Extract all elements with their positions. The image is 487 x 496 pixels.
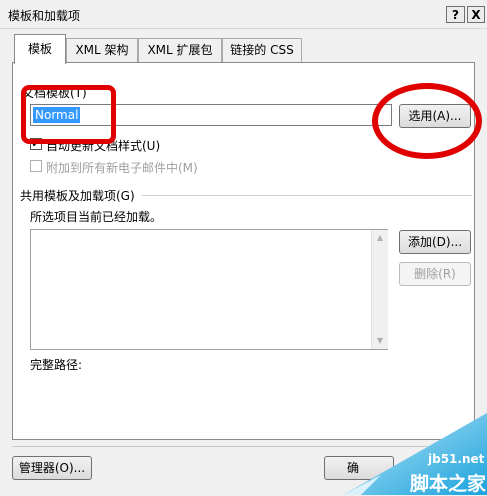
global-templates-label: 共用模板及加载项(G): [20, 189, 135, 203]
red-highlight-rectangle: [21, 85, 116, 144]
remove-button: 删除(R): [399, 262, 471, 286]
tab-xml-expansion-pack[interactable]: XML 扩展包: [138, 38, 222, 62]
attach-email-checkbox: [30, 160, 42, 172]
loaded-info-text: 所选项目当前已经加载。: [30, 210, 163, 224]
tab-template[interactable]: 模板: [14, 34, 66, 64]
attach-email-label: 附加到所有新电子邮件中(M): [46, 161, 198, 175]
red-highlight-oval: [372, 83, 482, 159]
organizer-button[interactable]: 管理器(O)...: [12, 456, 92, 480]
tab-xml-schema[interactable]: XML 架构: [66, 38, 138, 62]
tab-linked-css[interactable]: 链接的 CSS: [222, 38, 302, 62]
listbox-scrollbar[interactable]: ▲ ▼: [371, 230, 388, 349]
templates-listbox[interactable]: [30, 229, 388, 350]
watermark-site-name: 脚本之家: [410, 473, 487, 495]
add-button[interactable]: 添加(D)...: [399, 230, 471, 254]
help-button[interactable]: ?: [446, 6, 465, 23]
scroll-down-icon[interactable]: ▼: [372, 333, 388, 349]
group-divider: [142, 195, 472, 196]
watermark-domain: jb51.net: [428, 452, 485, 466]
close-button[interactable]: X: [467, 6, 485, 23]
scroll-up-icon[interactable]: ▲: [372, 230, 388, 246]
window-title: 模板和加载项: [8, 9, 81, 23]
full-path-label: 完整路径:: [30, 358, 83, 372]
